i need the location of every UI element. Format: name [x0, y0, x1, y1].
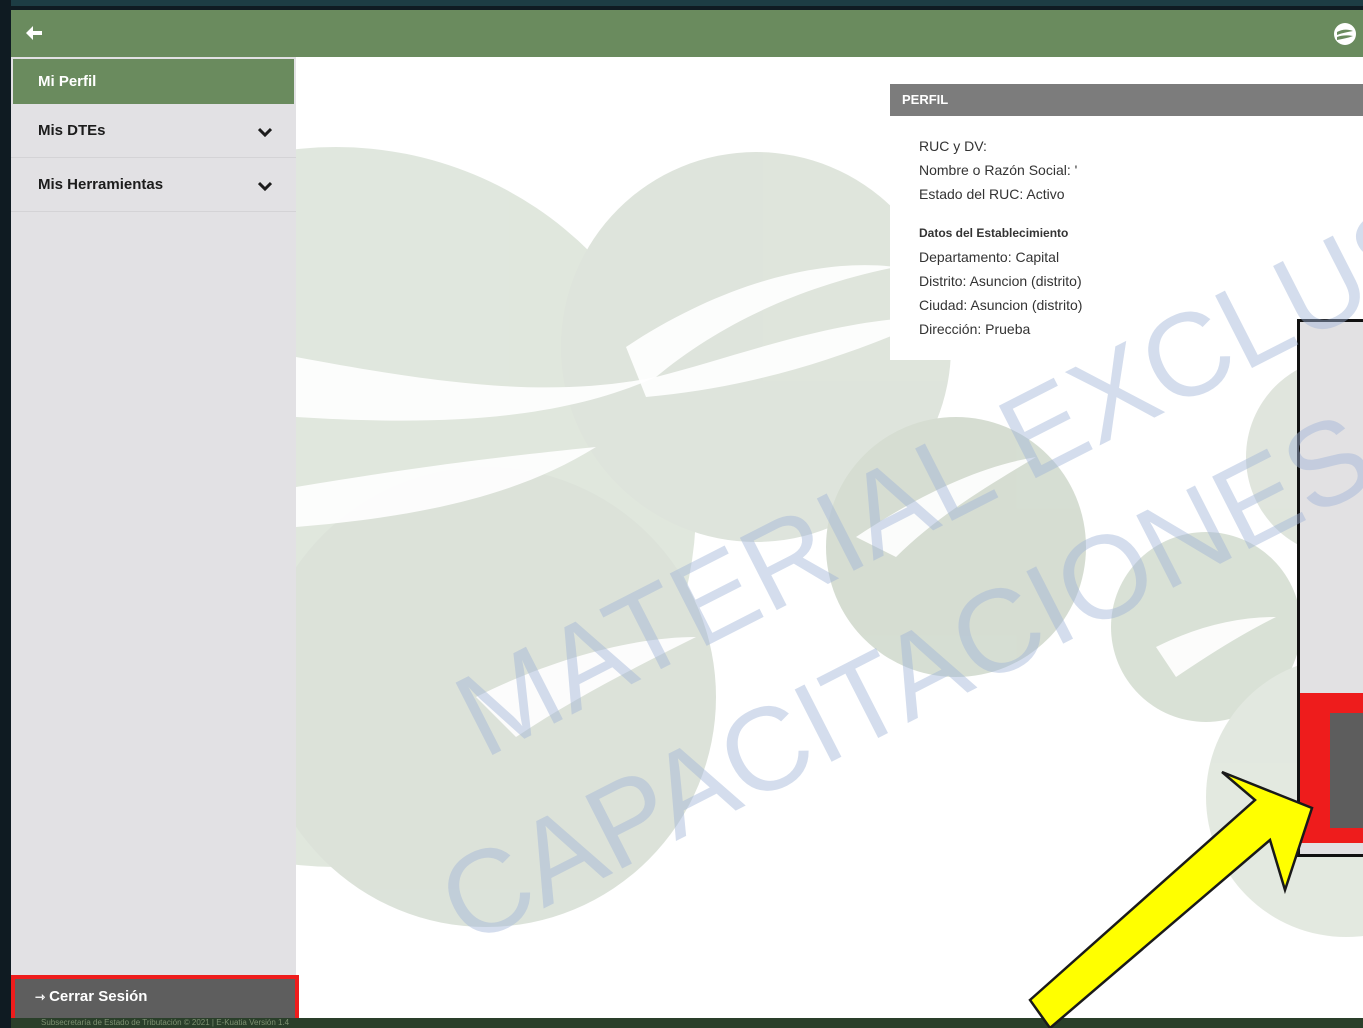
sidebar-item-label: Mis Herramientas: [38, 176, 164, 193]
profile-ciudad: Ciudad: Asuncion (distrito): [919, 297, 1083, 313]
top-header-bar: [11, 10, 1363, 57]
profile-panel: PERFIL RUC y DV: Nombre o Razón Social: …: [890, 84, 1363, 360]
sidebar-item-mi-perfil[interactable]: Mi Perfil: [13, 59, 294, 104]
sidebar-item-label: Mis DTEs: [38, 122, 106, 139]
profile-distrito: Distrito: Asuncion (distrito): [919, 273, 1082, 289]
establecimiento-heading: Datos del Establecimiento: [919, 226, 1069, 240]
profile-estado: Estado del RUC: Activo: [919, 186, 1065, 202]
logout-highlight: ⇾ Cerrar Sesión: [11, 975, 299, 1023]
logout-button[interactable]: ⇾ Cerrar Sesión: [35, 988, 147, 1005]
footer-text: Subsecretaría de Estado de Tributación ©…: [41, 1018, 290, 1027]
sidebar-item-label: Mi Perfil: [38, 73, 97, 90]
profile-departamento: Departamento: Capital: [919, 249, 1060, 265]
dialog-confirm-button[interactable]: [1330, 713, 1363, 828]
sidebar-item-mis-herramientas[interactable]: Mis Herramientas: [11, 158, 296, 212]
sidebar-item-mis-dtes[interactable]: Mis DTEs: [11, 104, 296, 158]
window-frame-left: [0, 0, 11, 1028]
logout-label: Cerrar Sesión: [49, 988, 148, 1005]
profile-ruc: RUC y DV:: [919, 138, 987, 154]
panel-title: PERFIL: [890, 84, 1363, 116]
set-logo-icon[interactable]: [1331, 22, 1359, 46]
footer-bar: Subsecretaría de Estado de Tributación ©…: [11, 1018, 1363, 1028]
chevron-down-icon: [257, 158, 273, 212]
sidebar: Mi Perfil Mis DTEs Mis Herramientas ⇾ Cer…: [11, 57, 299, 1023]
profile-nombre: Nombre o Razón Social: ': [919, 162, 1078, 178]
arrow-left-icon[interactable]: [23, 22, 49, 46]
sign-out-icon: ⇾: [35, 990, 46, 1004]
chevron-down-icon: [257, 104, 273, 158]
